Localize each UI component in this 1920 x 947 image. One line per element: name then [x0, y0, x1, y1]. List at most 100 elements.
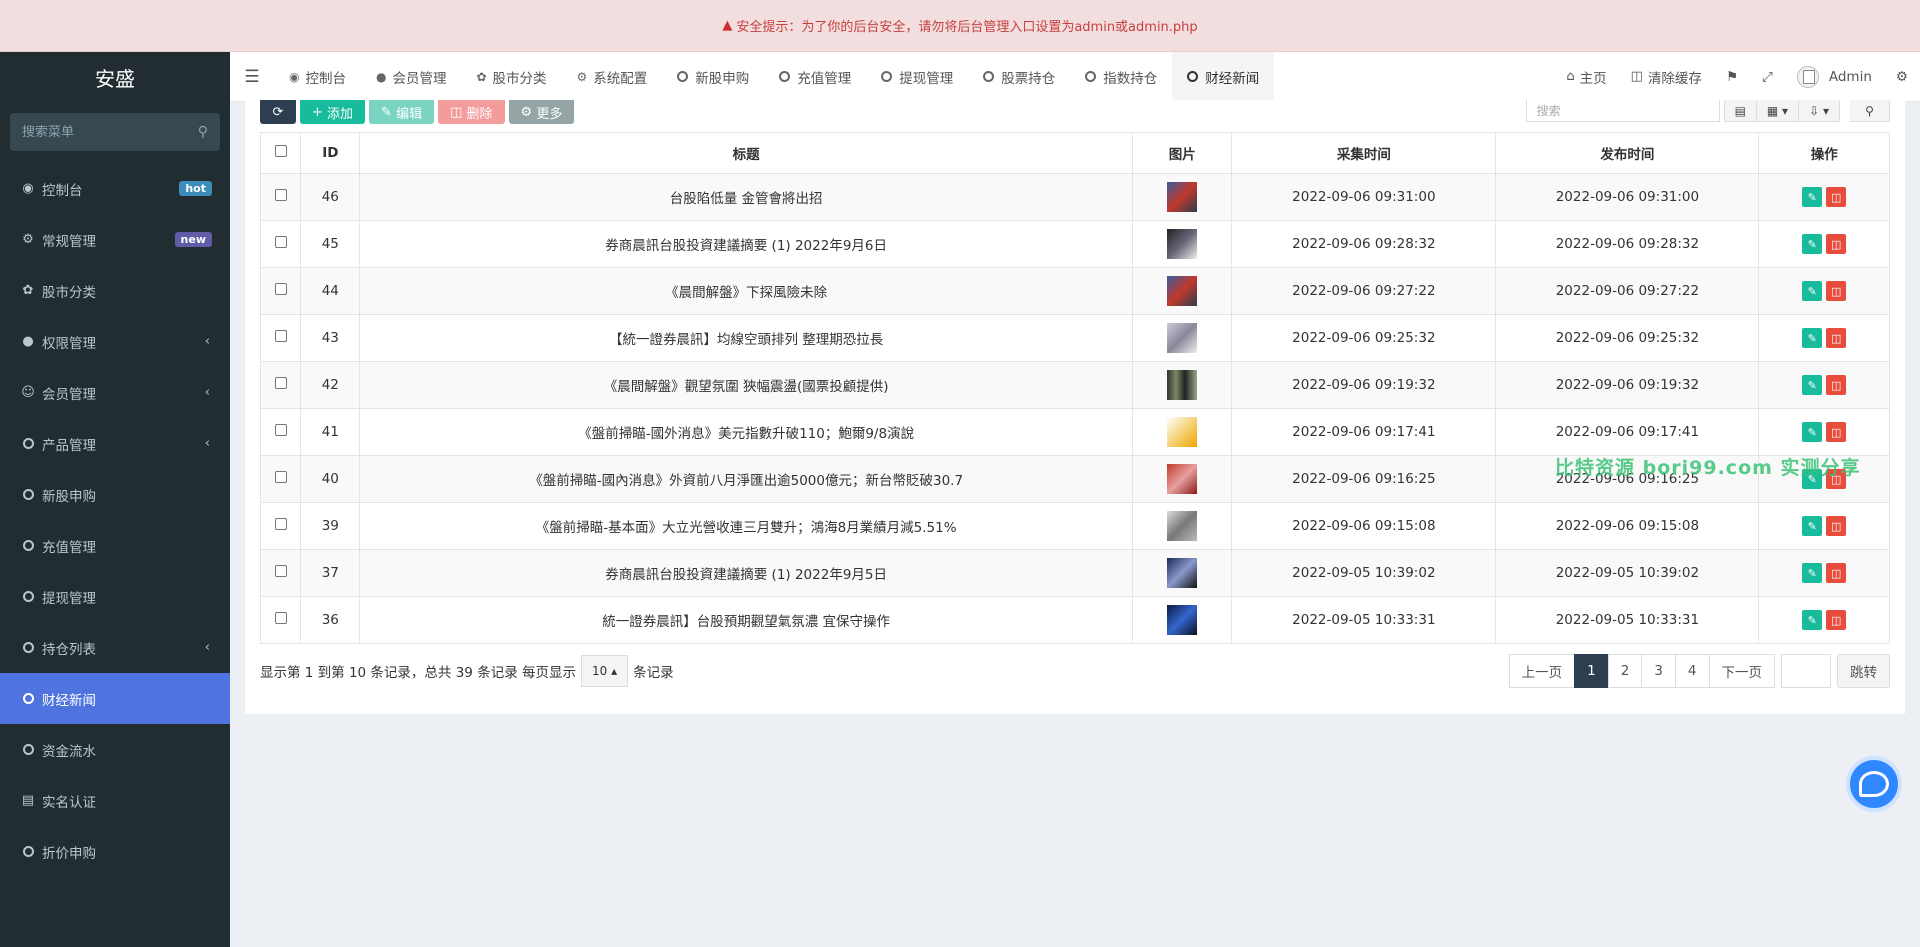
- sidebar-item-members[interactable]: ☺ 会员管理 ‹: [0, 367, 230, 418]
- row-checkbox[interactable]: [274, 471, 287, 483]
- news-thumbnail[interactable]: [1167, 276, 1198, 306]
- sidebar-item-market-category[interactable]: ✿ 股市分类: [0, 265, 230, 316]
- row-checkbox[interactable]: [274, 424, 287, 436]
- table-row[interactable]: 43 【統一證券晨訊】均線空頭排列 整理期恐拉長 2022-09-06 09:2…: [259, 314, 1890, 362]
- table-row[interactable]: 41 《盤前掃瞄-國外消息》美元指數升破110；鮑爾9/8演說 2022-09-…: [259, 408, 1890, 456]
- row-checkbox[interactable]: [274, 189, 287, 201]
- news-thumbnail[interactable]: [1167, 511, 1198, 541]
- sidebar-item-products[interactable]: 产品管理 ‹: [0, 418, 230, 469]
- delete-row-button[interactable]: ◫: [1826, 375, 1847, 395]
- news-thumbnail[interactable]: [1167, 417, 1198, 447]
- tab-finance-news[interactable]: 财经新闻: [1172, 51, 1275, 102]
- news-thumbnail[interactable]: [1167, 605, 1198, 635]
- home-link[interactable]: ⌂ 主页: [1554, 52, 1618, 102]
- col-title[interactable]: 标题: [359, 132, 1134, 174]
- sidebar-item-real-name[interactable]: ▤ 实名认证: [0, 775, 230, 826]
- toggle-view-icon[interactable]: ▤: [1723, 100, 1757, 122]
- page-button-3[interactable]: 3: [1641, 654, 1676, 688]
- edit-row-button[interactable]: ✎: [1802, 563, 1823, 583]
- news-thumbnail[interactable]: [1167, 464, 1198, 494]
- user-menu[interactable]: Admin: [1785, 52, 1884, 102]
- refresh-button[interactable]: ⟳: [260, 100, 296, 124]
- fullscreen-icon[interactable]: ⤢: [1750, 52, 1785, 102]
- export-icon[interactable]: ⇩ ▾: [1799, 100, 1840, 122]
- table-row[interactable]: 37 券商晨訊台股投資建議摘要 (1) 2022年9月5日 2022-09-05…: [259, 549, 1890, 597]
- delete-row-button[interactable]: ◫: [1826, 516, 1847, 536]
- row-checkbox[interactable]: [274, 518, 287, 530]
- row-checkbox[interactable]: [274, 330, 287, 342]
- jump-page-input[interactable]: [1781, 654, 1831, 688]
- table-row[interactable]: 36 統一證券晨訊】台股預期觀望氣氛濃 宜保守操作 2022-09-05 10:…: [259, 596, 1890, 644]
- delete-row-button[interactable]: ◫: [1826, 234, 1847, 254]
- edit-row-button[interactable]: ✎: [1802, 375, 1823, 395]
- row-checkbox[interactable]: [274, 236, 287, 248]
- delete-row-button[interactable]: ◫: [1826, 610, 1847, 630]
- news-thumbnail[interactable]: [1167, 323, 1198, 353]
- edit-button[interactable]: ✎ 编辑: [369, 100, 435, 124]
- sidebar-item-positions[interactable]: 持仓列表 ‹: [0, 622, 230, 673]
- col-collect-time[interactable]: 采集时间: [1231, 132, 1497, 174]
- edit-row-button[interactable]: ✎: [1802, 281, 1823, 301]
- select-all-checkbox[interactable]: [274, 145, 287, 157]
- row-checkbox[interactable]: [274, 283, 287, 295]
- edit-row-button[interactable]: ✎: [1802, 422, 1823, 442]
- language-icon[interactable]: ⚑: [1714, 52, 1750, 102]
- delete-row-button[interactable]: ◫: [1826, 422, 1847, 442]
- sidebar-item-withdraw[interactable]: 提现管理: [0, 571, 230, 622]
- more-button[interactable]: ⚙ 更多: [508, 100, 575, 124]
- table-row[interactable]: 42 《晨間解盤》觀望氛圍 狹幅震盪(國票投顧提供) 2022-09-06 09…: [259, 361, 1890, 409]
- sidebar-item-fund-flow[interactable]: 资金流水: [0, 724, 230, 775]
- tab-members[interactable]: ● 会员管理: [361, 52, 461, 102]
- news-thumbnail[interactable]: [1167, 182, 1198, 212]
- sidebar-item-finance-news[interactable]: 财经新闻: [0, 673, 230, 724]
- table-row[interactable]: 45 券商晨訊台股投資建議摘要 (1) 2022年9月6日 2022-09-06…: [259, 220, 1890, 268]
- page-button-2[interactable]: 2: [1607, 654, 1643, 688]
- table-search-input[interactable]: [1525, 100, 1720, 122]
- row-checkbox[interactable]: [274, 612, 287, 624]
- sidebar-item-permissions[interactable]: ● 权限管理 ‹: [0, 316, 230, 367]
- menu-toggle-icon[interactable]: ☰: [230, 52, 274, 102]
- news-thumbnail[interactable]: [1167, 229, 1198, 259]
- next-page-button[interactable]: 下一页: [1708, 654, 1775, 688]
- news-thumbnail[interactable]: [1167, 558, 1198, 588]
- col-publish-time[interactable]: 发布时间: [1495, 132, 1760, 174]
- sidebar-item-discount-ipo[interactable]: 折价申购: [0, 826, 230, 877]
- chat-widget-button[interactable]: [1846, 756, 1902, 812]
- tab-dashboard[interactable]: ◉ 控制台: [274, 52, 361, 102]
- page-size-select[interactable]: 10 ▴: [580, 655, 629, 687]
- tab-system-config[interactable]: ⚙ 系统配置: [562, 52, 663, 102]
- menu-search-input[interactable]: [22, 124, 198, 140]
- brand-title[interactable]: 安盛: [0, 52, 230, 102]
- edit-row-button[interactable]: ✎: [1802, 328, 1823, 348]
- edit-row-button[interactable]: ✎: [1802, 516, 1823, 536]
- sidebar-item-ipo[interactable]: 新股申购: [0, 469, 230, 520]
- sidebar-item-recharge[interactable]: 充值管理: [0, 520, 230, 571]
- jump-button[interactable]: 跳转: [1837, 654, 1890, 688]
- news-thumbnail[interactable]: [1167, 370, 1198, 400]
- tab-market-category[interactable]: ✿ 股市分类: [461, 52, 561, 102]
- tab-withdraw[interactable]: 提现管理: [866, 52, 968, 102]
- columns-icon[interactable]: ▦ ▾: [1756, 100, 1800, 122]
- page-button-1[interactable]: 1: [1574, 654, 1609, 688]
- delete-row-button[interactable]: ◫: [1826, 563, 1847, 583]
- search-icon[interactable]: ⚲: [1850, 100, 1890, 122]
- edit-row-button[interactable]: ✎: [1802, 610, 1823, 630]
- delete-button[interactable]: ◫ 删除: [438, 100, 505, 124]
- row-checkbox[interactable]: [274, 377, 287, 389]
- col-image[interactable]: 图片: [1132, 132, 1233, 174]
- clear-cache-link[interactable]: ◫ 清除缓存: [1619, 52, 1714, 102]
- row-checkbox[interactable]: [274, 565, 287, 577]
- edit-row-button[interactable]: ✎: [1802, 187, 1823, 207]
- table-row[interactable]: 39 《盤前掃瞄-基本面》大立光營收連三月雙升；鴻海8月業績月減5.51% 20…: [259, 502, 1890, 550]
- delete-row-button[interactable]: ◫: [1826, 187, 1847, 207]
- edit-row-button[interactable]: ✎: [1802, 234, 1823, 254]
- search-icon[interactable]: ⚲: [198, 124, 208, 140]
- tab-index-positions[interactable]: 指数持仓: [1070, 52, 1172, 102]
- tab-recharge[interactable]: 充值管理: [764, 52, 866, 102]
- add-button[interactable]: + 添加: [300, 100, 366, 124]
- delete-row-button[interactable]: ◫: [1826, 281, 1847, 301]
- sidebar-item-general[interactable]: ⚙ 常规管理 new: [0, 214, 230, 265]
- prev-page-button[interactable]: 上一页: [1508, 654, 1576, 688]
- tab-ipo[interactable]: 新股申购: [662, 52, 764, 102]
- table-row[interactable]: 44 《晨間解盤》下探風險未除 2022-09-06 09:27:22 2022…: [259, 267, 1890, 315]
